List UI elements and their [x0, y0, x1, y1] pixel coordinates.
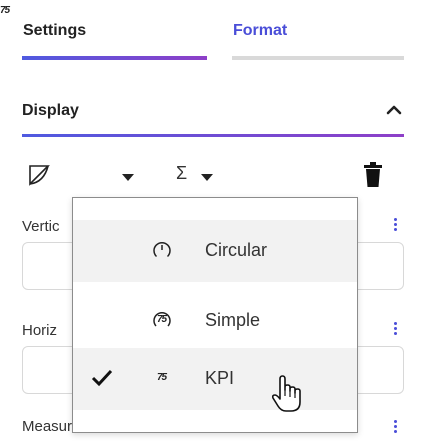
more-options-icon[interactable] — [394, 322, 398, 337]
dropdown-item-label: Circular — [205, 240, 268, 260]
gauge-type-icon[interactable] — [28, 164, 50, 186]
chevron-up-icon[interactable] — [384, 100, 404, 120]
circular-gauge-icon — [153, 242, 171, 258]
more-options-icon[interactable] — [394, 218, 398, 233]
checkmark-icon — [91, 369, 113, 387]
dropdown-item-kpi[interactable]: 75 KPI — [73, 348, 357, 410]
tab-settings[interactable]: Settings — [23, 22, 86, 40]
trash-icon[interactable] — [362, 162, 384, 188]
section-divider — [22, 134, 404, 137]
dropdown-item-label: Simple — [205, 310, 261, 330]
gauge-type-dropdown: Circular 75 Simple 75 KPI — [72, 197, 358, 433]
kpi-value-icon[interactable]: 75 — [0, 5, 10, 16]
hand-cursor-icon — [271, 375, 301, 412]
more-options-icon[interactable] — [394, 420, 398, 435]
tab-settings-underline — [22, 56, 207, 60]
dropdown-item-label: KPI — [205, 368, 235, 388]
kpi-icon: 75 — [157, 372, 167, 383]
tab-format[interactable]: Format — [233, 22, 287, 40]
dropdown-item-circular[interactable]: Circular — [73, 220, 357, 282]
section-title-display[interactable]: Display — [22, 102, 79, 120]
horizontal-axis-label: Horiz — [22, 322, 58, 339]
simple-gauge-value: 75 — [157, 314, 167, 325]
vertical-axis-label: Vertic — [22, 218, 60, 235]
tab-format-underline — [232, 56, 404, 60]
sigma-icon[interactable]: Σ — [176, 163, 187, 184]
dropdown-item-simple[interactable]: 75 Simple — [73, 290, 357, 352]
chevron-down-icon[interactable] — [122, 174, 134, 181]
chevron-down-icon[interactable] — [201, 174, 213, 181]
